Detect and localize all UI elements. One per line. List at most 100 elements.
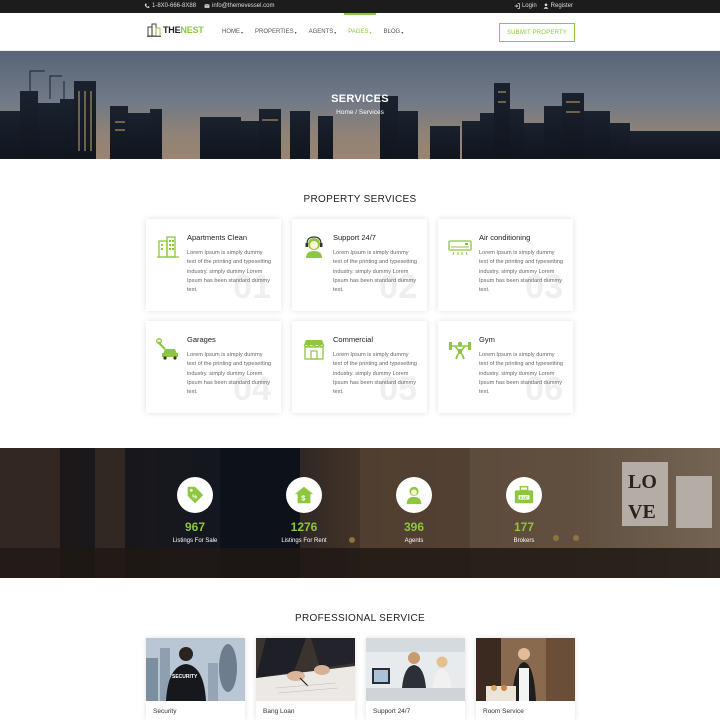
nav-home-label: HOME	[222, 29, 240, 35]
weightlifter-icon	[449, 341, 471, 360]
rent-house-icon: $	[294, 486, 314, 504]
login-link[interactable]: Login	[514, 3, 537, 9]
service-card-title: Support 24/7	[333, 233, 376, 242]
pro-service-card-room-service[interactable]: Room Service	[476, 638, 575, 720]
service-card-garages[interactable]: Garages Lorem Ipsum is simply dummy text…	[146, 321, 281, 413]
phone-number: 1-8X0-666-8X88	[152, 3, 197, 9]
email-contact[interactable]: info@themevessel.com	[204, 3, 274, 9]
nav-blog[interactable]: BLOG ▾	[378, 13, 410, 51]
waiter-image	[476, 638, 575, 701]
page-banner: SERVICES Home / Services	[0, 51, 720, 159]
pro-service-card-security[interactable]: SECURITY Security	[146, 638, 245, 720]
svg-text:%: %	[192, 495, 197, 501]
service-card-title: Gym	[479, 335, 495, 344]
caret-down-icon: ▾	[334, 29, 337, 35]
service-card-title: Apartments Clean	[187, 233, 248, 242]
caret-down-icon: ▾	[369, 29, 372, 35]
sale-tag-icon: %	[187, 486, 204, 504]
security-photo: SECURITY	[146, 638, 245, 701]
stat-label: Brokers	[513, 538, 535, 544]
logo-nest: NEST	[180, 25, 204, 35]
stat-icon-circle: %	[177, 477, 213, 513]
service-card-commercial[interactable]: Commercial Lorem Ipsum is simply dummy t…	[292, 321, 427, 413]
stat-label: Listings For Rent	[281, 538, 327, 544]
stat-listings-for-rent: $ 1276 Listings For Rent	[264, 477, 344, 544]
loan-photo	[256, 638, 355, 701]
service-card-air-conditioning[interactable]: Air conditioning Lorem Ipsum is simply d…	[438, 219, 573, 311]
user-icon	[543, 3, 549, 9]
service-card-title: Garages	[187, 335, 216, 344]
nav-blog-label: BLOG	[383, 29, 401, 35]
stat-value: 396	[403, 520, 425, 534]
stat-value: 967	[184, 520, 206, 534]
agent-icon	[406, 486, 422, 505]
nav-pages-label: PAGES	[348, 29, 369, 35]
service-card-text: Lorem Ipsum is simply dummy text of the …	[479, 250, 563, 294]
storefront-icon	[303, 340, 325, 360]
stat-label: Agents	[404, 538, 424, 544]
service-card-text: Lorem Ipsum is simply dummy text of the …	[333, 352, 417, 396]
pro-service-title: Security	[153, 708, 177, 715]
main-nav: HOME ▾ PROPERTIES ▾ AGENTS ▾ PAGES ▾ BLOG ▾	[216, 13, 409, 51]
nav-home[interactable]: HOME ▾	[216, 13, 249, 51]
call-center-image	[366, 638, 465, 701]
nav-pages[interactable]: PAGES ▾	[342, 13, 377, 51]
top-bar: 1-8X0-666-8X88 info@themevessel.com Logi…	[0, 0, 720, 13]
air-conditioner-icon	[448, 240, 472, 256]
stat-label: Listings For Sale	[172, 538, 218, 544]
nav-properties[interactable]: PROPERTIES ▾	[249, 13, 303, 51]
service-card-apartments-clean[interactable]: Apartments Clean Lorem Ipsum is simply d…	[146, 219, 281, 311]
support-agent-icon	[305, 236, 323, 258]
briefcase-icon: EXIT	[514, 486, 534, 504]
pro-service-title: Room Service	[483, 708, 524, 715]
stat-icon-circle: EXIT	[506, 477, 542, 513]
pro-service-title: Support 24/7	[373, 708, 411, 715]
service-card-text: Lorem Ipsum is simply dummy text of the …	[187, 352, 271, 396]
phone-icon	[144, 3, 150, 8]
stat-brokers: EXIT 177 Brokers	[484, 477, 564, 544]
sign-in-icon	[514, 3, 520, 9]
caret-down-icon: ▾	[401, 29, 404, 35]
service-card-title: Air conditioning	[479, 233, 531, 242]
login-label: Login	[521, 3, 537, 9]
pro-service-card-bang-loan[interactable]: Bang Loan	[256, 638, 355, 720]
service-card-support[interactable]: Support 24/7 Lorem Ipsum is simply dummy…	[292, 219, 427, 311]
pro-service-card-support[interactable]: Support 24/7	[366, 638, 465, 720]
stat-icon-circle	[396, 477, 432, 513]
register-label: Register	[550, 3, 573, 9]
register-link[interactable]: Register	[543, 3, 573, 9]
logo-the: THE	[163, 25, 181, 35]
nav-properties-label: PROPERTIES	[255, 29, 294, 35]
service-card-title: Commercial	[333, 335, 374, 344]
page-title: SERVICES	[331, 93, 389, 105]
professional-service-title: PROFESSIONAL SERVICE	[295, 613, 425, 624]
stat-value: 1276	[290, 520, 318, 534]
stat-listings-for-sale: % 967 Listings For Sale	[155, 477, 235, 544]
service-card-gym[interactable]: Gym Lorem Ipsum is simply dummy text of …	[438, 321, 573, 413]
envelope-icon	[204, 4, 210, 8]
building-logo-icon	[147, 23, 161, 37]
nav-agents[interactable]: AGENTS ▾	[303, 13, 343, 51]
interior-background-image: LO VE	[0, 448, 720, 578]
building-icon	[157, 236, 179, 258]
security-image: SECURITY	[146, 638, 245, 701]
logo-text: THENEST	[163, 25, 204, 35]
loan-signing-image	[256, 638, 355, 701]
email-address: info@themevessel.com	[212, 3, 275, 9]
service-card-text: Lorem Ipsum is simply dummy text of the …	[187, 250, 271, 294]
nav-agents-label: AGENTS	[308, 29, 334, 35]
svg-text:EXIT: EXIT	[520, 496, 529, 500]
caret-down-icon: ▾	[294, 29, 297, 35]
phone-contact[interactable]: 1-8X0-666-8X88	[144, 3, 196, 9]
stat-icon-circle: $	[286, 477, 322, 513]
room-service-photo	[476, 638, 575, 701]
submit-property-button[interactable]: SUBMIT PROPERTY	[499, 23, 575, 42]
breadcrumb: Home / Services	[336, 109, 384, 116]
caret-down-icon: ▾	[241, 29, 244, 35]
svg-text:$: $	[301, 494, 305, 503]
stat-agents: 396 Agents	[374, 477, 454, 544]
site-logo[interactable]: THENEST	[147, 23, 204, 37]
stat-value: 177	[513, 520, 535, 534]
property-services-title: PROPERTY SERVICES	[303, 194, 417, 205]
support-photo	[366, 638, 465, 701]
